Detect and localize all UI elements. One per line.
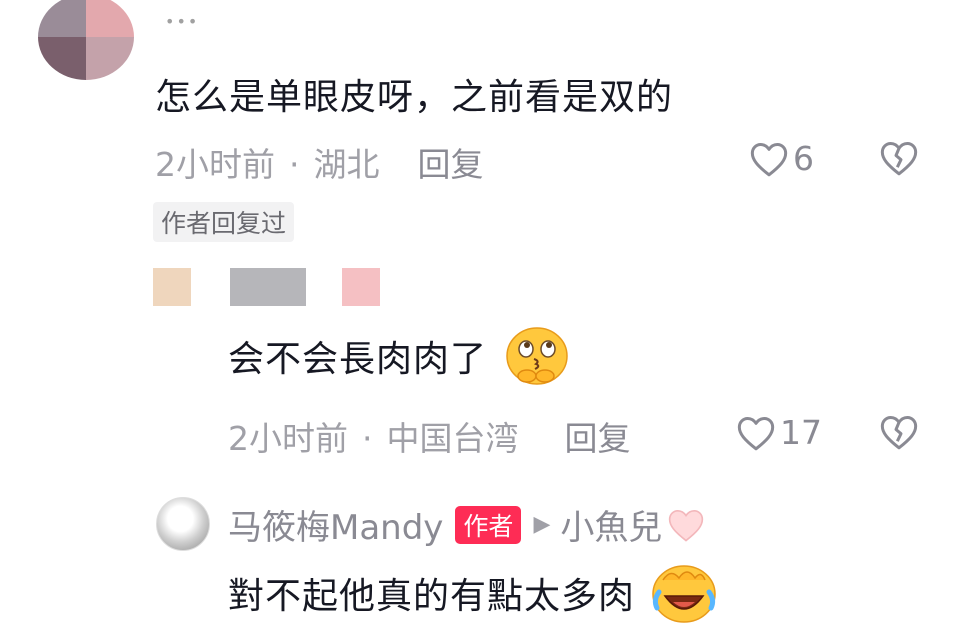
like-button[interactable]: 6: [749, 139, 814, 178]
like-count: 17: [780, 413, 822, 452]
like-button[interactable]: 17: [736, 413, 822, 452]
avatar-pixel: [86, 0, 134, 37]
author-reply-text: 對不起他真的有點太多肉: [228, 565, 719, 624]
comment-location: 中国台湾: [386, 419, 519, 458]
avatar[interactable]: [38, 0, 134, 80]
heart-icon: [750, 142, 788, 176]
reply-button[interactable]: 回复: [565, 419, 631, 458]
comment-time: 2小时前: [228, 419, 348, 458]
blurred-reply-target: [342, 268, 380, 306]
avatar-pixel: [86, 37, 134, 80]
author-avatar[interactable]: [156, 497, 210, 551]
reply-to-username[interactable]: 小魚兒: [560, 500, 662, 549]
author-badge: 作者: [455, 505, 522, 544]
author-username[interactable]: 马筱梅Mandy: [228, 500, 443, 549]
comment-text: 怎么是单眼皮呀，之前看是双的: [155, 77, 674, 118]
thinking-kiss-emoji-icon: [506, 327, 569, 385]
reply-comment-text: 会不会長肉肉了: [228, 327, 571, 389]
blurred-avatar[interactable]: [153, 268, 191, 306]
broken-heart-icon: [880, 416, 918, 450]
author-reply-body: 對不起他真的有點太多肉: [228, 576, 636, 617]
heart-emoji-icon: [669, 509, 704, 542]
dislike-button[interactable]: [879, 139, 919, 181]
meta-separator: ·: [362, 419, 373, 458]
comment-location: 湖北: [313, 145, 380, 184]
comment-username[interactable]: •••: [165, 12, 221, 31]
comment-meta: 2小时前 · 湖北 回复: [155, 138, 484, 186]
dislike-button[interactable]: [879, 413, 919, 455]
reply-arrow-icon: ▶: [533, 512, 551, 537]
author-reply-header: 马筱梅Mandy 作者 ▶ 小魚兒: [228, 500, 706, 549]
reply-text: 会不会長肉肉了: [228, 339, 488, 380]
heart-icon: [737, 416, 775, 450]
meta-separator: ·: [289, 145, 300, 184]
blurred-username[interactable]: [230, 268, 306, 306]
reply-comment-meta: 2小时前 · 中国台湾 回复: [228, 412, 631, 460]
like-count: 6: [793, 139, 814, 178]
comment-time: 2小时前: [155, 145, 275, 184]
avatar-pixel: [38, 37, 86, 80]
laughing-crying-emoji-icon: [652, 565, 717, 623]
avatar-pixel: [38, 0, 86, 37]
author-replied-tag: 作者回复过: [153, 202, 295, 242]
reply-button[interactable]: 回复: [418, 145, 484, 184]
broken-heart-icon: [880, 142, 918, 176]
